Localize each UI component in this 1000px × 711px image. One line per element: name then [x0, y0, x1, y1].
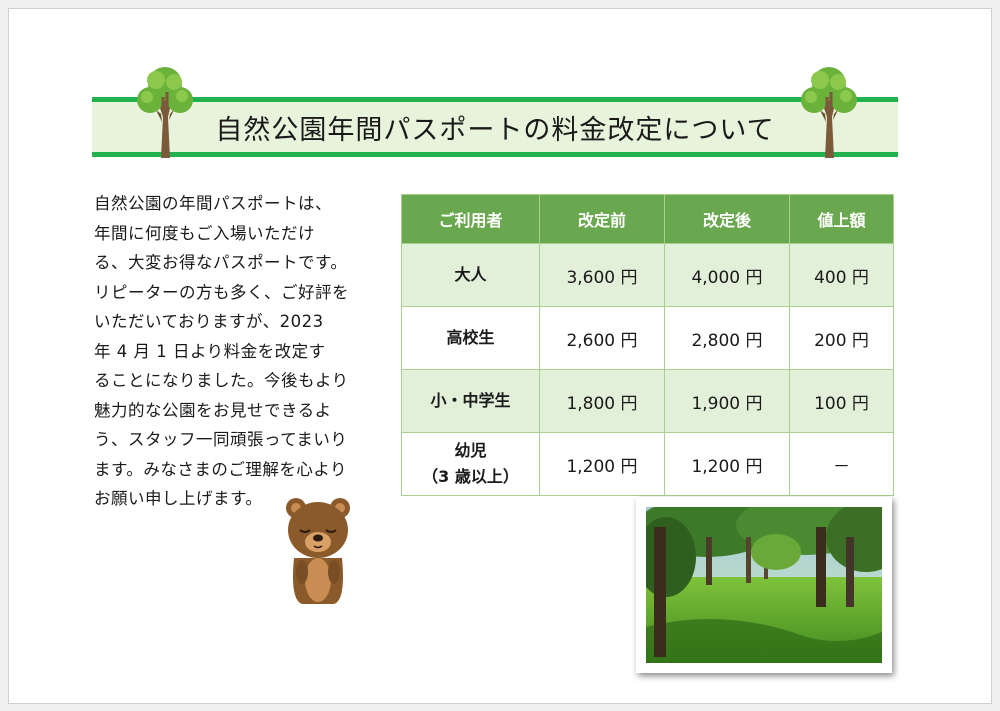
row-before: 3,600 円 [539, 243, 665, 307]
body-paragraph: 自然公園の年間パスポートは、 年間に何度もご入場いただけ る、大変お得なパスポー… [94, 189, 364, 514]
row-increase: 400 円 [789, 243, 894, 307]
body-line: る、大変お得なパスポートです。 [94, 253, 348, 272]
header-before: 改定前 [539, 194, 665, 244]
row-category: 小・中学生 [401, 369, 540, 433]
row-after: 4,000 円 [664, 243, 790, 307]
body-line: いただいておりますが、2023 [94, 312, 324, 331]
fee-table: ご利用者 改定前 改定後 値上額 大人 3,600 円 4,000 円 400 … [401, 194, 894, 496]
row-after: 1,200 円 [664, 432, 790, 496]
body-line: 年間に何度もご入場いただけ [94, 223, 315, 243]
row-increase: 200 円 [789, 306, 894, 370]
row-increase: 100 円 [789, 369, 894, 433]
body-line: ることになりました。今後もより [94, 371, 349, 390]
body-line: 年 4 月 1 日より料金を改定す [94, 341, 326, 361]
header-user: ご利用者 [401, 194, 540, 244]
table-row: 高校生 2,600 円 2,800 円 200 円 [401, 306, 894, 370]
table-row: 幼児 （3 歳以上） 1,200 円 1,200 円 － [401, 432, 894, 496]
body-line: う、スタッフ一同頑張ってまいり [94, 430, 348, 449]
row-before: 2,600 円 [539, 306, 665, 370]
table-header-row: ご利用者 改定前 改定後 値上額 [401, 194, 894, 244]
row-increase: － [789, 432, 894, 496]
tree-icon [801, 67, 857, 158]
row-before: 1,200 円 [539, 432, 665, 496]
row-category: 高校生 [401, 306, 540, 370]
row-before: 1,800 円 [539, 369, 665, 433]
row-category-line: （3 歳以上） [422, 467, 519, 486]
body-line: 自然公園の年間パスポートは、 [94, 194, 332, 213]
row-category: 幼児 （3 歳以上） [401, 432, 540, 496]
page-title: 自然公園年間パスポートの料金改定について [215, 115, 775, 146]
banner-bottom-line [92, 152, 898, 157]
park-photo [646, 507, 882, 663]
header-increase: 値上額 [789, 194, 894, 244]
bear-illustration [286, 498, 350, 604]
body-line: ます。みなさまのご理解を心より [94, 459, 348, 479]
body-line: リピーターの方も多く、ご好評を [94, 282, 349, 302]
banner-top-line [92, 97, 898, 102]
table-row: 小・中学生 1,800 円 1,900 円 100 円 [401, 369, 894, 433]
body-line: 魅力的な公園をお見せできるよ [94, 400, 332, 420]
table-row: 大人 3,600 円 4,000 円 400 円 [401, 243, 894, 307]
header-after: 改定後 [664, 194, 790, 244]
park-photo-frame [636, 497, 892, 673]
title-banner: 自然公園年間パスポートの料金改定について [92, 97, 898, 157]
row-after: 2,800 円 [664, 306, 790, 370]
tree-icon [137, 67, 193, 158]
row-category-line: 幼児 [454, 441, 487, 460]
row-category: 大人 [401, 243, 540, 307]
row-after: 1,900 円 [664, 369, 790, 433]
